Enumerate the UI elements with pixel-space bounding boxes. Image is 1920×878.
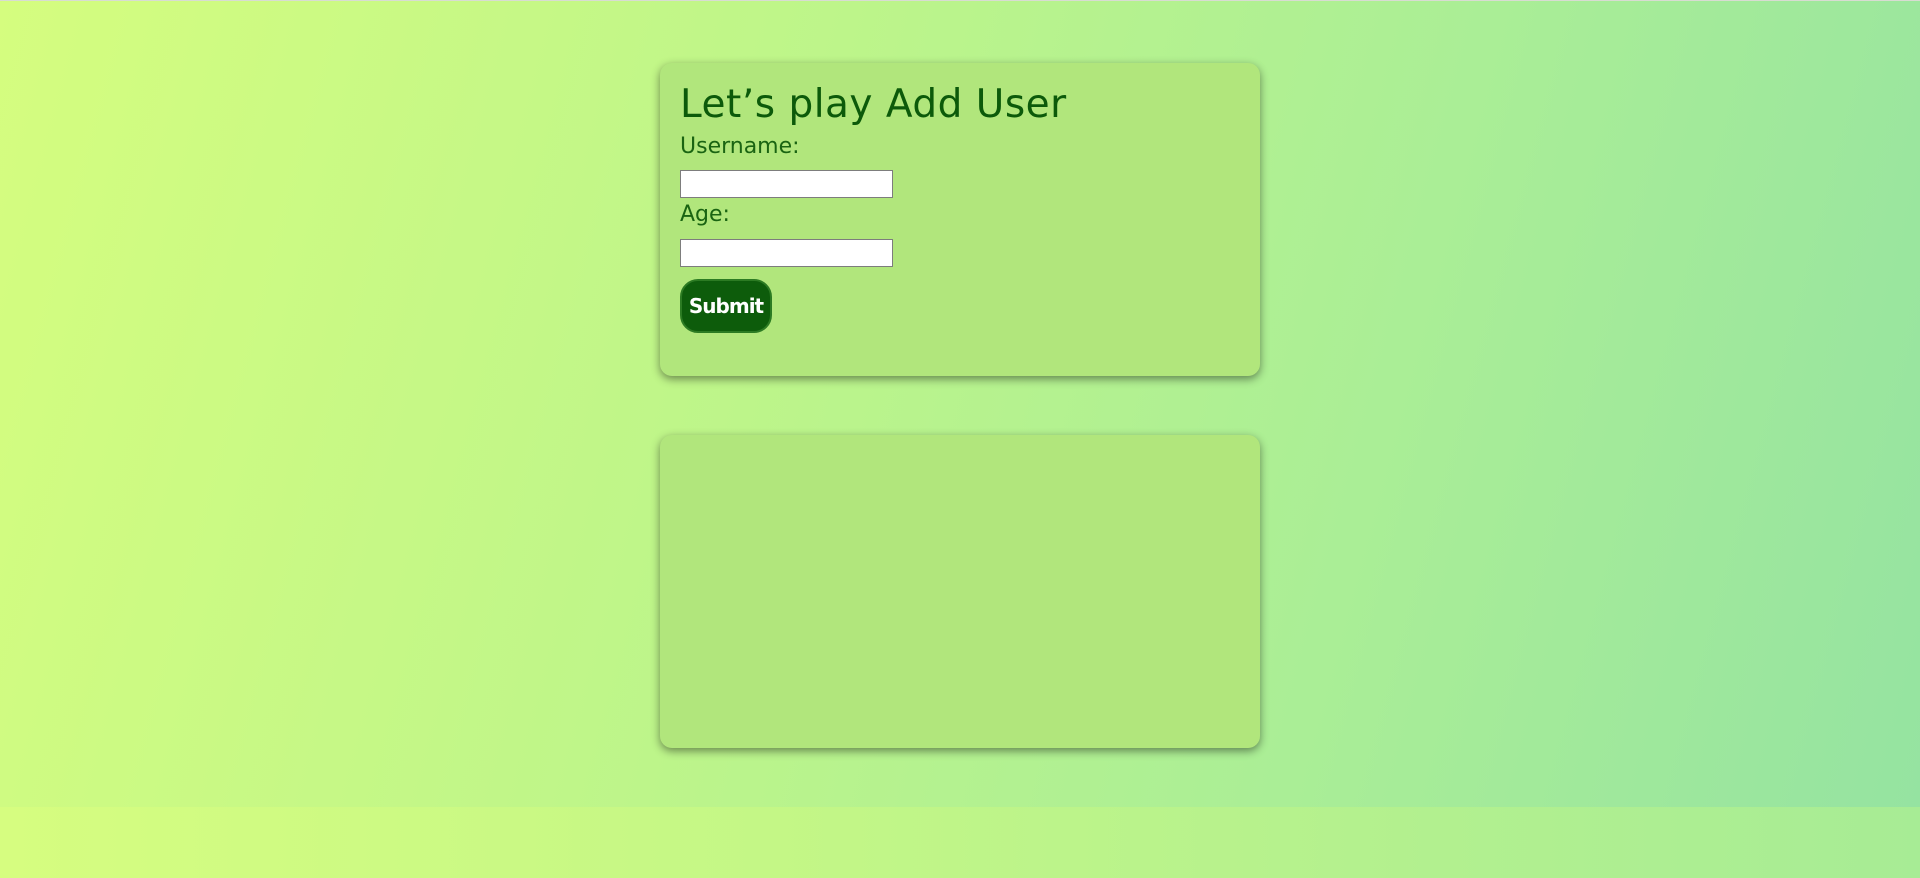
submit-button[interactable]: Submit (680, 278, 772, 333)
age-input[interactable] (680, 238, 893, 267)
add-user-card: Let’s play Add User Username: Age: Submi… (660, 63, 1260, 376)
username-input[interactable] (680, 170, 893, 199)
form-title: Let’s play Add User (680, 82, 1067, 127)
users-list-card (660, 435, 1260, 748)
username-label: Username: (680, 133, 800, 159)
age-label: Age: (680, 202, 730, 228)
footer-area (0, 807, 1920, 878)
main-area: Let’s play Add User Username: Age: Submi… (0, 1, 1920, 807)
